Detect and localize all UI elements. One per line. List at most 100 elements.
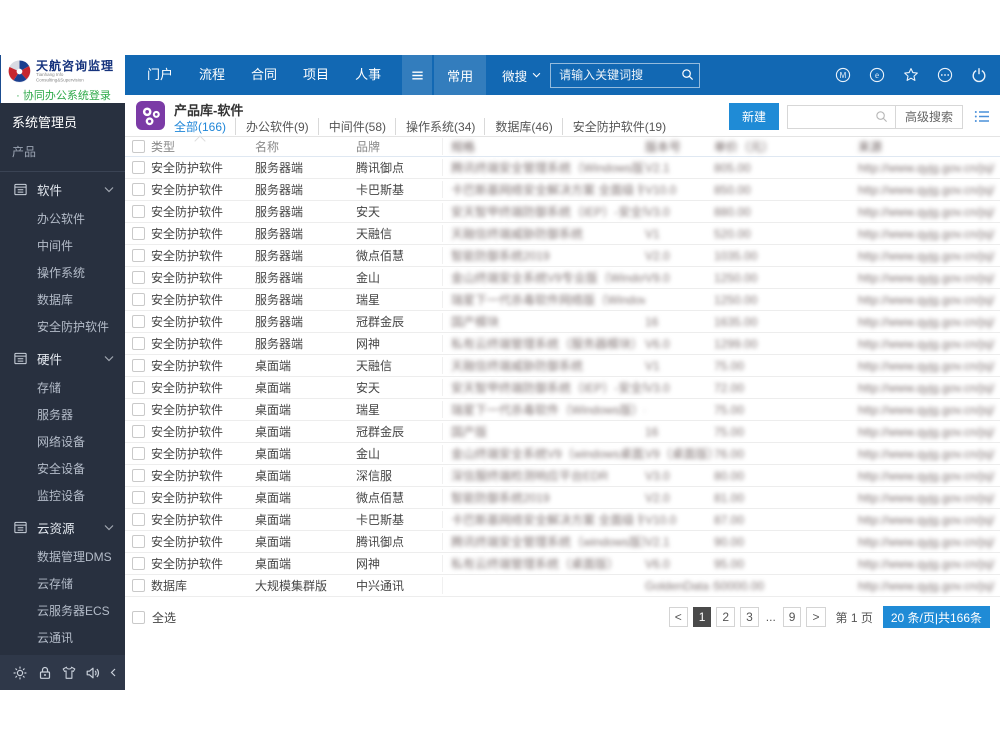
row-checkbox[interactable]: [132, 491, 145, 504]
table-row[interactable]: 安全防护软件 桌面端 瑞星 瑞星下一代杀毒软件（Windows版）-桌面模块 7…: [125, 399, 1000, 421]
oa-login-link[interactable]: · 协同办公系统登录: [7, 87, 120, 103]
table-row[interactable]: 安全防护软件 桌面端 金山 金山终端安全系统V9（windows桌面版） V9（…: [125, 443, 1000, 465]
topnav-item[interactable]: 人事: [346, 55, 390, 95]
sidebar-subitem[interactable]: 数据库: [0, 287, 125, 314]
row-checkbox[interactable]: [132, 513, 145, 526]
row-checkbox[interactable]: [132, 315, 145, 328]
row-checkbox[interactable]: [132, 535, 145, 548]
e-badge-icon[interactable]: e: [869, 67, 885, 83]
table-search-input[interactable]: [787, 106, 868, 127]
per-page-badge[interactable]: 20 条/页|共166条: [882, 606, 990, 628]
sidebar-group-cloud[interactable]: 云资源: [0, 510, 125, 544]
row-checkbox[interactable]: [132, 337, 145, 350]
category-tab[interactable]: 办公软件(9): [235, 118, 309, 135]
sidebar-subitem[interactable]: 存储: [0, 375, 125, 402]
topnav-item[interactable]: 门户: [138, 55, 182, 95]
table-row[interactable]: 安全防护软件 桌面端 网神 私有云终端管理系统（桌面版） V6.0 95.00 …: [125, 553, 1000, 575]
page-button[interactable]: 2: [716, 607, 736, 627]
row-checkbox[interactable]: [132, 161, 145, 174]
header-checkbox[interactable]: [132, 140, 145, 153]
topnav-item[interactable]: 合同: [242, 55, 286, 95]
sidebar-group-software[interactable]: 软件: [0, 172, 125, 206]
search-scope-dropdown[interactable]: 微搜: [502, 66, 541, 85]
category-tab[interactable]: 安全防护软件(19): [561, 118, 666, 135]
table-row[interactable]: 安全防护软件 桌面端 冠群金辰 国产版 16 75.00 http://www.…: [125, 421, 1000, 443]
topnav-item-pinned[interactable]: 常用: [434, 55, 487, 95]
sidebar-subitem[interactable]: 办公软件: [0, 206, 125, 233]
global-search-input[interactable]: [550, 62, 701, 88]
row-checkbox[interactable]: [132, 227, 145, 240]
category-tab[interactable]: 操作系统(34): [395, 118, 475, 135]
row-checkbox[interactable]: [132, 381, 145, 394]
sidebar-subitem[interactable]: 云服务器ECS: [0, 598, 125, 625]
table-row[interactable]: 安全防护软件 桌面端 腾讯御点 腾讯终端安全管理系统（windows版）（V2.…: [125, 531, 1000, 553]
sidebar-subitem[interactable]: 中间件: [0, 233, 125, 260]
row-checkbox[interactable]: [132, 205, 145, 218]
theme-shirt-icon[interactable]: [61, 665, 77, 681]
table-row[interactable]: 安全防护软件 服务器端 安天 安天智甲终端防御系统（IEP）-安全增强型版本 V…: [125, 201, 1000, 223]
category-tab[interactable]: 中间件(58): [317, 118, 386, 135]
row-checkbox[interactable]: [132, 359, 145, 372]
table-row[interactable]: 安全防护软件 桌面端 天融信 天融信终端威胁防御系统 V1 75.00 http…: [125, 355, 1000, 377]
sidebar-subitem[interactable]: 服务器: [0, 402, 125, 429]
table-row[interactable]: 安全防护软件 服务器端 瑞星 瑞星下一代杀毒软件网络版（Windows版）-服务…: [125, 289, 1000, 311]
category-tab[interactable]: 全部(166): [174, 118, 226, 135]
table-row[interactable]: 安全防护软件 服务器端 冠群金辰 国产模块 16 1635.00 http://…: [125, 311, 1000, 333]
hamburger-icon[interactable]: [402, 55, 433, 95]
row-checkbox[interactable]: [132, 249, 145, 262]
sidebar-subitem[interactable]: 云通讯: [0, 625, 125, 652]
table-row[interactable]: 安全防护软件 服务器端 腾讯御点 腾讯终端安全管理系统（Windows版） V2…: [125, 157, 1000, 179]
row-checkbox[interactable]: [132, 183, 145, 196]
ellipsis-icon[interactable]: [937, 67, 953, 83]
sidebar-subitem[interactable]: 数据管理DMS: [0, 544, 125, 571]
lock-icon[interactable]: [37, 665, 53, 681]
category-tab[interactable]: 数据库(46): [484, 118, 553, 135]
table-row[interactable]: 安全防护软件 桌面端 深信服 深信服终端检测响应平台EDR V3.0 80.00…: [125, 465, 1000, 487]
row-checkbox[interactable]: [132, 425, 145, 438]
table-row[interactable]: 安全防护软件 服务器端 网神 私有云终端管理系统（服务器模块） V6.0 129…: [125, 333, 1000, 355]
row-checkbox[interactable]: [132, 293, 145, 306]
sidebar-subitem[interactable]: 网络设备: [0, 429, 125, 456]
star-icon[interactable]: [903, 67, 919, 83]
page-button[interactable]: 1: [692, 607, 712, 627]
table-row[interactable]: 安全防护软件 桌面端 安天 安天智甲终端防御系统（IEP）-安全增强型版本 V3…: [125, 377, 1000, 399]
row-checkbox[interactable]: [132, 447, 145, 460]
sidebar-subitem[interactable]: 安全设备: [0, 456, 125, 483]
page-button[interactable]: <: [668, 607, 688, 627]
m-badge-icon[interactable]: M: [835, 67, 851, 83]
sidebar-subitem[interactable]: 安全防护软件: [0, 314, 125, 341]
row-checkbox[interactable]: [132, 469, 145, 482]
table-row[interactable]: 安全防护软件 服务器端 金山 金山终端安全系统V9专业版（Windows服务器版…: [125, 267, 1000, 289]
topnav-item[interactable]: 流程: [190, 55, 234, 95]
create-new-button[interactable]: 新建: [728, 103, 779, 130]
row-checkbox[interactable]: [132, 579, 145, 592]
row-checkbox[interactable]: [132, 271, 145, 284]
table-row[interactable]: 安全防护软件 桌面端 微点佰慧 智能防御系统2019 V2.0 81.00 ht…: [125, 487, 1000, 509]
sidebar-subitem[interactable]: 操作系统: [0, 260, 125, 287]
advanced-search-button[interactable]: 高级搜索: [894, 105, 962, 128]
page-button[interactable]: 9: [782, 607, 802, 627]
sidebar-group-hardware[interactable]: 硬件: [0, 341, 125, 375]
gear-icon[interactable]: [12, 665, 28, 681]
search-icon[interactable]: [875, 110, 888, 123]
page-button[interactable]: ...: [764, 607, 778, 627]
select-all-checkbox[interactable]: [132, 610, 145, 624]
sidebar-section-product[interactable]: 产品: [0, 136, 125, 172]
list-view-icon[interactable]: [974, 109, 990, 124]
table-row[interactable]: 安全防护软件 服务器端 天融信 天融信终端威胁防御系统 V1 520.00 ht…: [125, 223, 1000, 245]
power-icon[interactable]: [971, 67, 987, 83]
sidebar-subitem[interactable]: 监控设备: [0, 483, 125, 510]
collapse-icon[interactable]: [110, 668, 117, 677]
table-row[interactable]: 安全防护软件 服务器端 卡巴斯基 卡巴斯基网络安全解决方案 全面级 针对文件服务…: [125, 179, 1000, 201]
page-button[interactable]: >: [806, 607, 826, 627]
topnav-item[interactable]: 项目: [294, 55, 338, 95]
volume-icon[interactable]: [85, 665, 101, 681]
table-row[interactable]: 安全防护软件 服务器端 微点佰慧 智能防御系统2019 V2.0 1035.00…: [125, 245, 1000, 267]
search-icon[interactable]: [681, 68, 694, 86]
table-row[interactable]: 数据库 大规模集群版 中兴通讯 GoldenData s… 50000.00 h…: [125, 575, 1000, 597]
row-checkbox[interactable]: [132, 403, 145, 416]
row-checkbox[interactable]: [132, 557, 145, 570]
page-button[interactable]: 3: [740, 607, 759, 627]
sidebar-subitem[interactable]: 云存储: [0, 571, 125, 598]
table-row[interactable]: 安全防护软件 桌面端 卡巴斯基 卡巴斯基网络安全解决方案 全面级 针对桌面办公终…: [125, 509, 1000, 531]
